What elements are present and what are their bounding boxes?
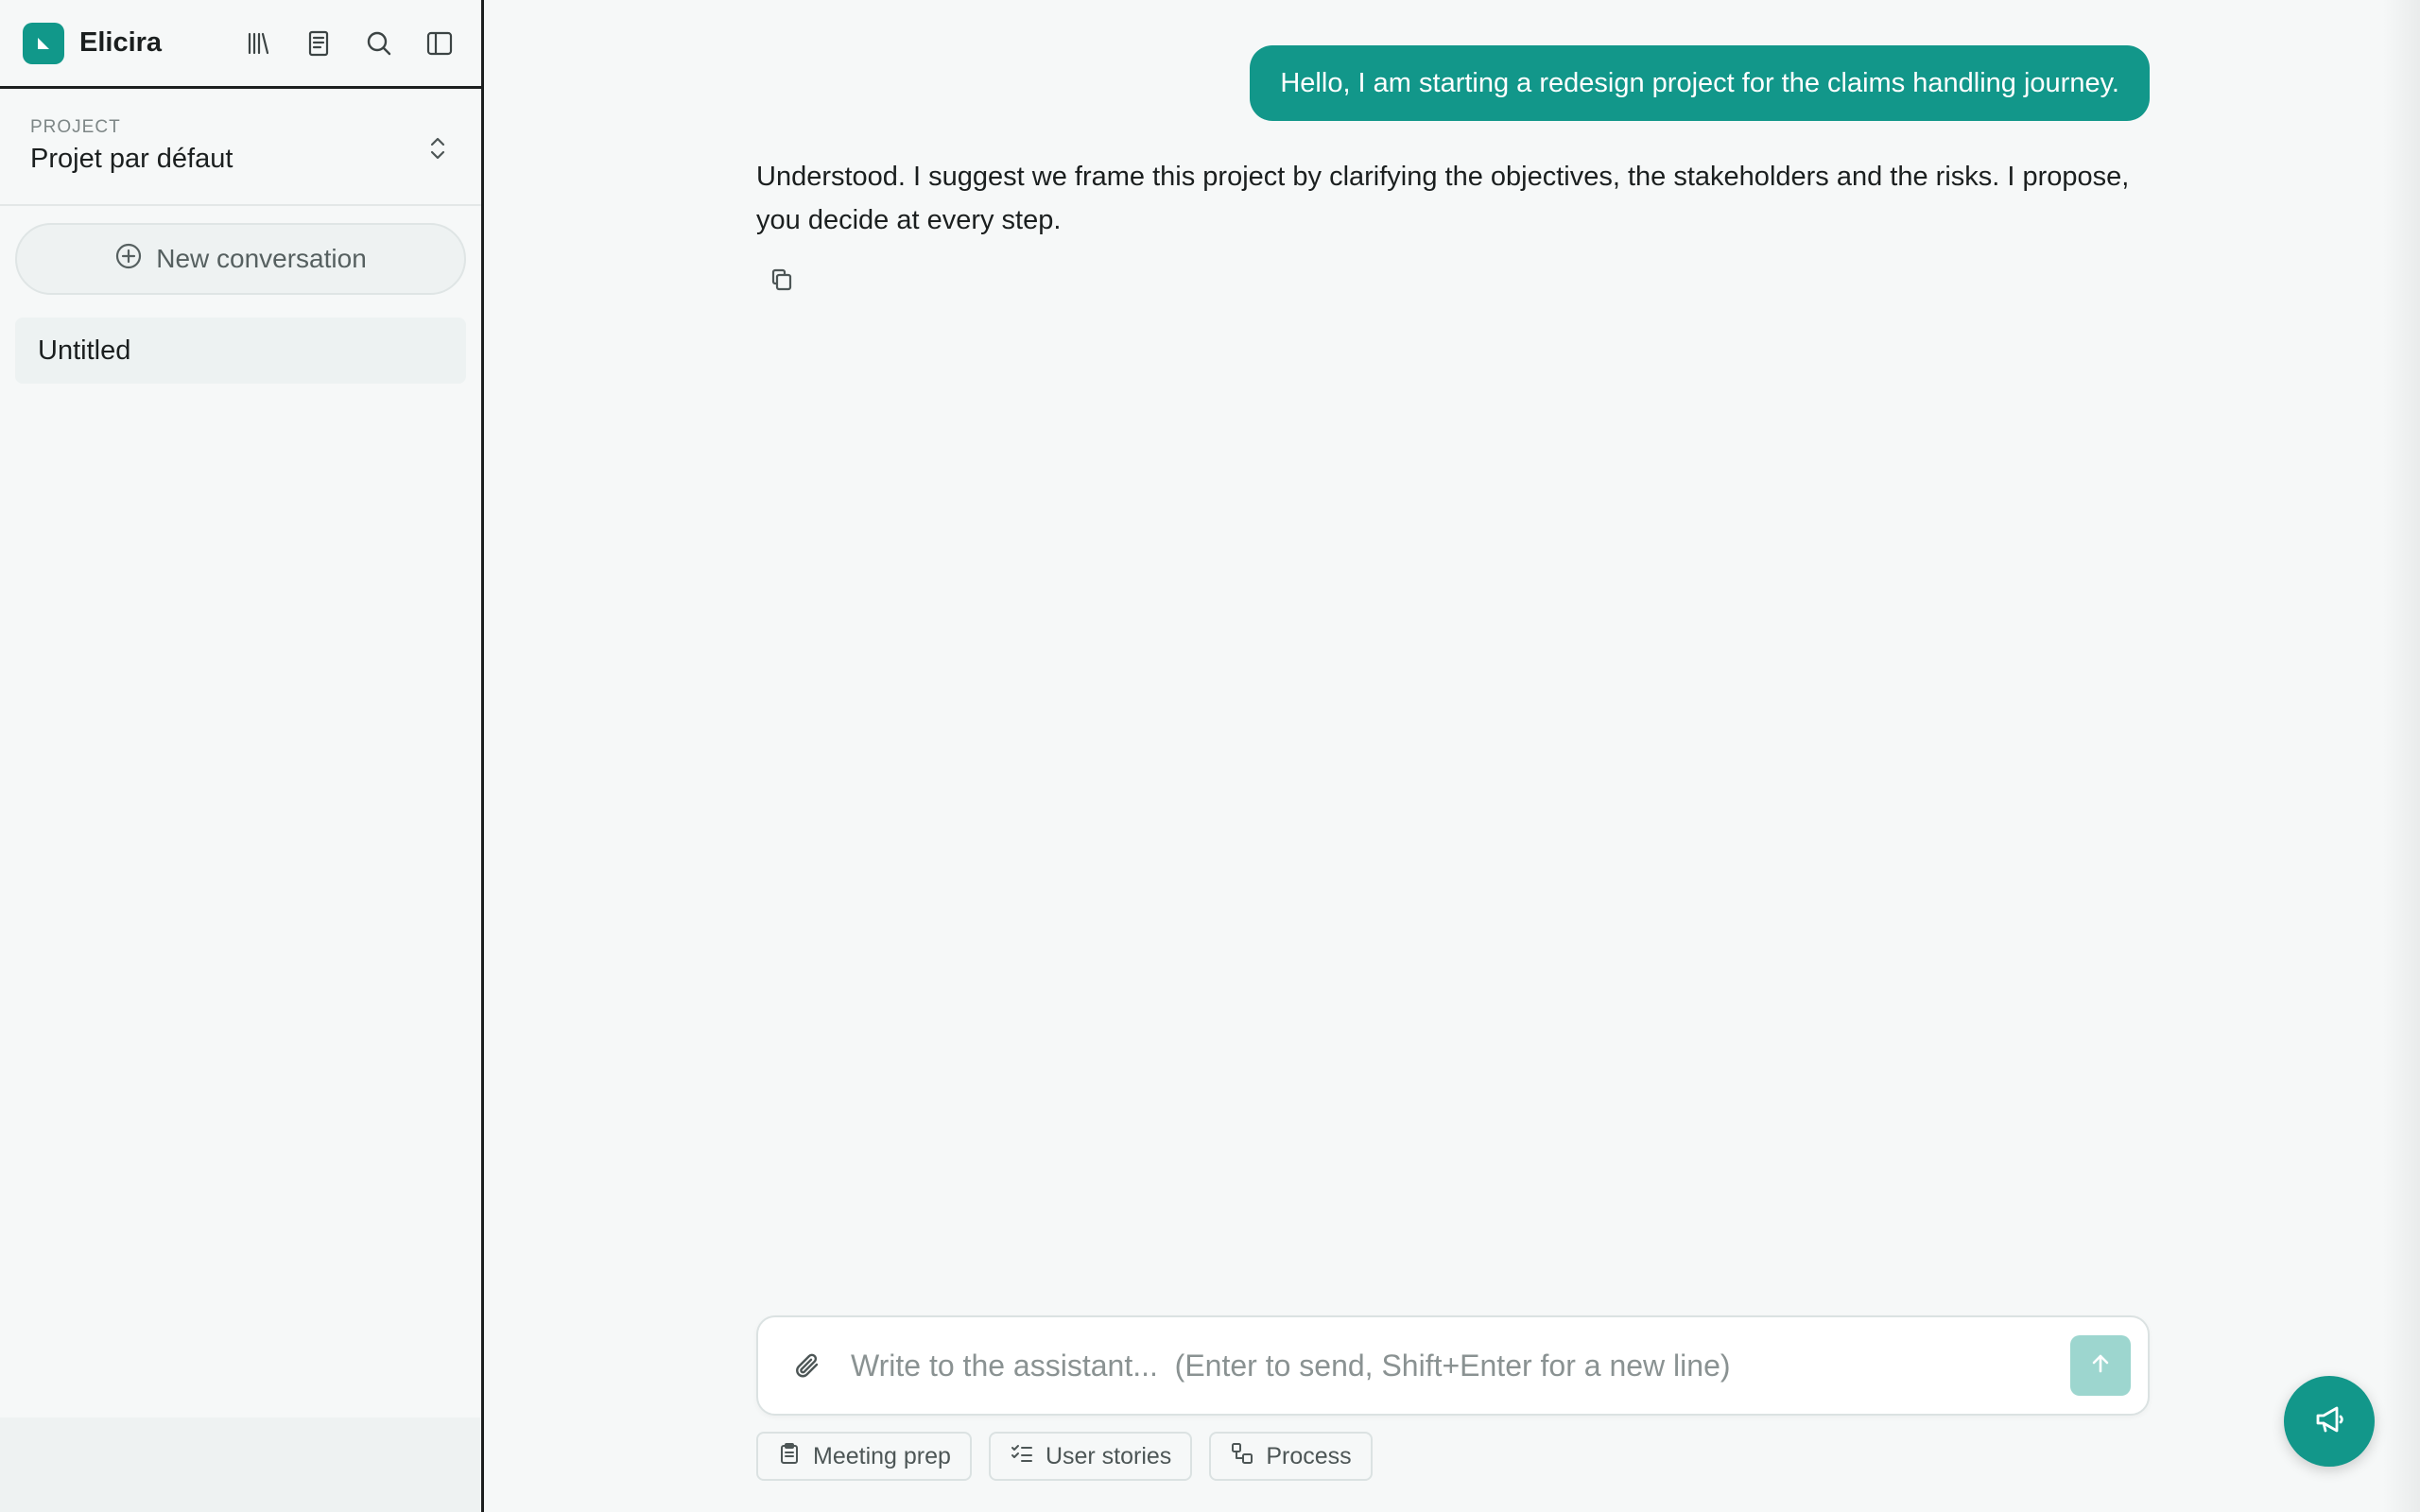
user-stories-button[interactable]: User stories bbox=[988, 1432, 1193, 1481]
message-composer bbox=[756, 1315, 2150, 1416]
new-conversation-label: New conversation bbox=[156, 244, 367, 273]
search-icon[interactable] bbox=[358, 23, 400, 64]
paperclip-icon[interactable] bbox=[786, 1345, 828, 1386]
conversation-item[interactable]: Untitled bbox=[15, 318, 466, 384]
chat-area: Hello, I am starting a redesign project … bbox=[487, 0, 2420, 1512]
sidebar: Elicira PROJECT Projet par défaut New co… bbox=[0, 0, 484, 1512]
chevron-up-down-icon bbox=[426, 134, 449, 167]
project-selector[interactable]: PROJECT Projet par défaut bbox=[0, 89, 481, 206]
copy-icon[interactable] bbox=[763, 261, 801, 299]
app-logo[interactable] bbox=[23, 22, 64, 64]
user-message-bubble: Hello, I am starting a redesign project … bbox=[1250, 45, 2150, 121]
assistant-message-text: Understood. I suggest we frame this proj… bbox=[756, 162, 2130, 235]
right-edge-shadow bbox=[2382, 0, 2420, 1512]
sidebar-toggle-icon[interactable] bbox=[419, 23, 460, 64]
feedback-button[interactable] bbox=[2284, 1376, 2375, 1467]
sidebar-header: Elicira bbox=[0, 0, 481, 89]
user-stories-label: User stories bbox=[1045, 1442, 1172, 1469]
user-message-text: Hello, I am starting a redesign project … bbox=[1280, 67, 2119, 98]
message-input[interactable] bbox=[849, 1347, 2070, 1384]
new-conversation-button[interactable]: New conversation bbox=[15, 223, 466, 295]
process-label: Process bbox=[1266, 1442, 1352, 1469]
meeting-prep-label: Meeting prep bbox=[813, 1442, 951, 1469]
process-icon bbox=[1230, 1441, 1254, 1472]
process-button[interactable]: Process bbox=[1209, 1432, 1373, 1481]
plus-circle-icon bbox=[114, 242, 143, 277]
megaphone-icon bbox=[2310, 1400, 2348, 1443]
project-label: PROJECT bbox=[30, 117, 121, 137]
clipboard-icon bbox=[777, 1441, 802, 1472]
sidebar-header-actions bbox=[237, 23, 460, 64]
library-icon[interactable] bbox=[237, 23, 279, 64]
assistant-message: Understood. I suggest we frame this proj… bbox=[756, 155, 2155, 242]
meeting-prep-button[interactable]: Meeting prep bbox=[756, 1432, 972, 1481]
send-button[interactable] bbox=[2070, 1335, 2131, 1396]
notebook-icon[interactable] bbox=[298, 23, 339, 64]
quick-actions: Meeting prep User stories Process bbox=[756, 1432, 1373, 1481]
app-title: Elicira bbox=[79, 27, 163, 58]
project-name: Projet par défaut bbox=[30, 144, 233, 174]
conversation-title: Untitled bbox=[38, 335, 131, 366]
arrow-up-icon bbox=[2088, 1351, 2113, 1381]
checklist-icon bbox=[1010, 1441, 1034, 1472]
sidebar-footer bbox=[0, 1418, 481, 1512]
